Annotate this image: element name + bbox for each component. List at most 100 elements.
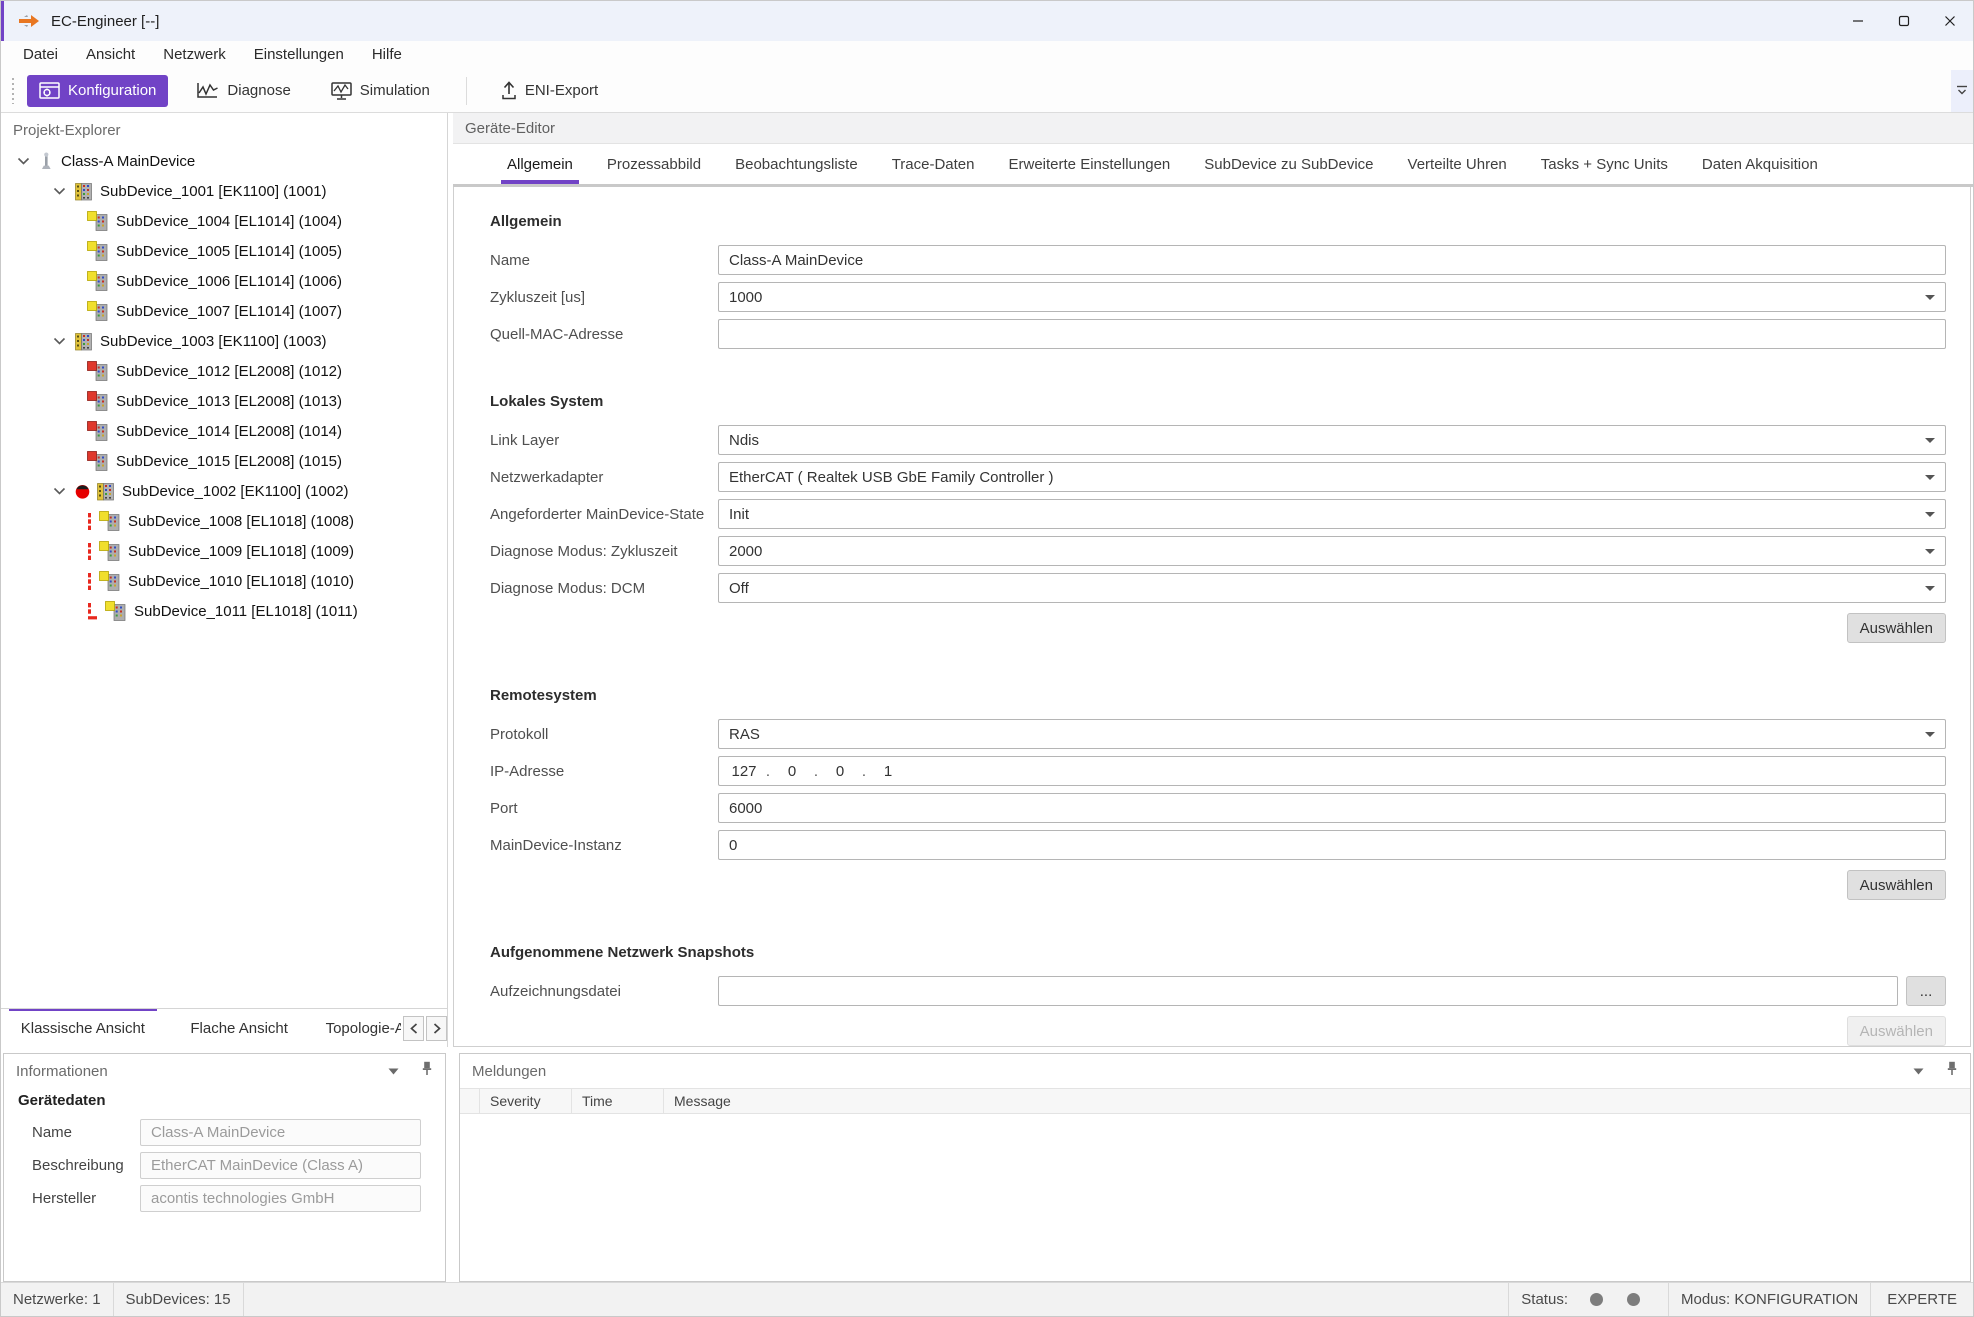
informationen-body: Gerätedaten NameClass-A MainDeviceBeschr… [4, 1088, 445, 1212]
ip-adresse-input[interactable]: 127.0.0.1 [718, 756, 1946, 786]
column-header-message[interactable]: Message [664, 1089, 1970, 1113]
simulation-button[interactable]: Simulation [319, 75, 442, 107]
section-remotesystem: RemotesystemProtokollRASIP-Adresse127.0.… [490, 687, 1946, 900]
expander-slot[interactable] [51, 487, 68, 495]
ip-octet[interactable]: 0 [777, 763, 807, 780]
tab-beobachtungsliste[interactable]: Beobachtungsliste [735, 144, 858, 184]
tab-subdevice-zu-subdevice[interactable]: SubDevice zu SubDevice [1204, 144, 1373, 184]
caret-down-icon[interactable] [388, 1062, 399, 1080]
section-heading: Remotesystem [490, 687, 1946, 704]
tree-item-subdevice-1003[interactable]: SubDevice_1003 [EK1100] (1003) [1, 326, 447, 356]
tree-item-subdevice-1001[interactable]: SubDevice_1001 [EK1100] (1001) [1, 176, 447, 206]
expander-chevron-icon[interactable] [53, 187, 66, 195]
info-label: Beschreibung [18, 1157, 140, 1174]
geraetedaten-heading: Gerätedaten [18, 1092, 445, 1109]
ip-octet[interactable]: 0 [825, 763, 855, 780]
konfiguration-button[interactable]: Konfiguration [27, 75, 168, 107]
tree-item-label: SubDevice_1008 [EL1018] (1008) [128, 513, 354, 530]
menu-item-hilfe[interactable]: Hilfe [358, 41, 416, 69]
diagnose-modus-dcm-select[interactable]: Off [718, 573, 1946, 603]
field-label: Diagnose Modus: Zykluszeit [490, 543, 718, 560]
column-header-time[interactable]: Time [572, 1089, 664, 1113]
tab-erweiterte-einstellungen[interactable]: Erweiterte Einstellungen [1009, 144, 1171, 184]
select-value: 2000 [729, 543, 762, 560]
ip-octet[interactable]: 127 [729, 763, 759, 780]
tree-item-subdevice-1007[interactable]: SubDevice_1007 [EL1014] (1007) [1, 296, 447, 326]
statusbar-subdevices: SubDevices: 15 [114, 1283, 244, 1316]
port-input[interactable]: 6000 [718, 793, 1946, 823]
angeforderter-maindevice-state-select[interactable]: Init [718, 499, 1946, 529]
minimize-button[interactable] [1835, 1, 1881, 41]
tree-item-subdevice-1012[interactable]: SubDevice_1012 [EL2008] (1012) [1, 356, 447, 386]
tree-item-subdevice-1006[interactable]: SubDevice_1006 [EL1014] (1006) [1, 266, 447, 296]
tree-item-subdevice-1005[interactable]: SubDevice_1005 [EL1014] (1005) [1, 236, 447, 266]
zykluszeit-us-select[interactable]: 1000 [718, 282, 1946, 312]
view-tab-topologie-ans[interactable]: Topologie-Ans [314, 1009, 401, 1047]
view-tab-klassische-ansicht[interactable]: Klassische Ansicht [1, 1009, 165, 1047]
expander-slot[interactable] [15, 157, 32, 165]
expander-chevron-icon[interactable] [53, 487, 66, 495]
menu-item-einstellungen[interactable]: Einstellungen [240, 41, 358, 69]
tree-item-subdevice-1010[interactable]: SubDevice_1010 [EL1018] (1010) [1, 566, 447, 596]
tree-item-subdevice-1013[interactable]: SubDevice_1013 [EL2008] (1013) [1, 386, 447, 416]
aufzeichnungsdatei-input[interactable] [718, 976, 1898, 1006]
tree-item-class-a[interactable]: Class-A MainDevice [1, 146, 447, 176]
close-button[interactable] [1927, 1, 1973, 41]
tab-allgemein[interactable]: Allgemein [507, 144, 573, 184]
scroll-right-button[interactable] [426, 1016, 447, 1041]
red-dashes-corner-icon [87, 602, 98, 621]
pin-icon[interactable] [421, 1061, 433, 1081]
link-layer-select[interactable]: Ndis [718, 425, 1946, 455]
tab-verteilte-uhren[interactable]: Verteilte Uhren [1408, 144, 1507, 184]
ip-octet[interactable]: 1 [873, 763, 903, 780]
ausw-hlen-button[interactable]: Auswählen [1847, 613, 1946, 643]
diagnose-modus-zykluszeit-select[interactable]: 2000 [718, 536, 1946, 566]
view-tab-scroll-buttons [403, 1016, 447, 1041]
ausw-hlen-button[interactable]: Auswählen [1847, 870, 1946, 900]
tree-item-subdevice-1011[interactable]: SubDevice_1011 [EL1018] (1011) [1, 596, 447, 626]
netzwerkadapter-select[interactable]: EtherCAT ( Realtek USB GbE Family Contro… [718, 462, 1946, 492]
eni-export-button[interactable]: ENI-Export [489, 75, 610, 107]
tree-item-subdevice-1015[interactable]: SubDevice_1015 [EL2008] (1015) [1, 446, 447, 476]
field-label: Netzwerkadapter [490, 469, 718, 486]
pin-icon[interactable] [1946, 1061, 1958, 1081]
tree-item-subdevice-1008[interactable]: SubDevice_1008 [EL1018] (1008) [1, 506, 447, 536]
tree-item-subdevice-1009[interactable]: SubDevice_1009 [EL1018] (1009) [1, 536, 447, 566]
name-input[interactable]: Class-A MainDevice [718, 245, 1946, 275]
error-dot-icon [75, 484, 90, 499]
scroll-left-button[interactable] [403, 1016, 424, 1041]
toolbar-grip-handle[interactable] [11, 78, 15, 104]
section-heading: Aufgenommene Netzwerk Snapshots [490, 944, 1946, 961]
expander-slot[interactable] [51, 337, 68, 345]
close-icon [1944, 15, 1956, 27]
caret-down-icon[interactable] [1913, 1062, 1924, 1080]
tree-item-subdevice-1014[interactable]: SubDevice_1014 [EL2008] (1014) [1, 416, 447, 446]
expander-slot[interactable] [51, 187, 68, 195]
menu-item-netzwerk[interactable]: Netzwerk [149, 41, 240, 69]
field-label: Link Layer [490, 432, 718, 449]
browse-button[interactable]: ... [1906, 976, 1946, 1006]
tab-daten-akquisition[interactable]: Daten Akquisition [1702, 144, 1818, 184]
tab-trace-daten[interactable]: Trace-Daten [892, 144, 975, 184]
column-header-severity[interactable]: Severity [480, 1089, 572, 1113]
view-tab-flache-ansicht[interactable]: Flache Ansicht [165, 1009, 314, 1047]
tab-tasks-sync-units[interactable]: Tasks + Sync Units [1541, 144, 1668, 184]
maximize-button[interactable] [1881, 1, 1927, 41]
menu-item-ansicht[interactable]: Ansicht [72, 41, 149, 69]
maindevice-instanz-input[interactable]: 0 [718, 830, 1946, 860]
select-value: Off [729, 580, 749, 597]
toolbar-overflow-button[interactable] [1951, 70, 1973, 112]
section-heading: Lokales System [490, 393, 1946, 410]
window-controls [1835, 1, 1973, 41]
tab-prozessabbild[interactable]: Prozessabbild [607, 144, 701, 184]
menu-item-datei[interactable]: Datei [9, 41, 72, 69]
expander-chevron-icon[interactable] [17, 157, 30, 165]
tree-item-subdevice-1002[interactable]: SubDevice_1002 [EK1100] (1002) [1, 476, 447, 506]
form-row-diagnose-modus-zykluszeit: Diagnose Modus: Zykluszeit 2000 [490, 536, 1946, 566]
protokoll-select[interactable]: RAS [718, 719, 1946, 749]
form-row-name: NameClass-A MainDevice [490, 245, 1946, 275]
expander-chevron-icon[interactable] [53, 337, 66, 345]
diagnose-button[interactable]: Diagnose [184, 75, 302, 107]
quell-mac-adresse-input[interactable] [718, 319, 1946, 349]
tree-item-subdevice-1004[interactable]: SubDevice_1004 [EL1014] (1004) [1, 206, 447, 236]
